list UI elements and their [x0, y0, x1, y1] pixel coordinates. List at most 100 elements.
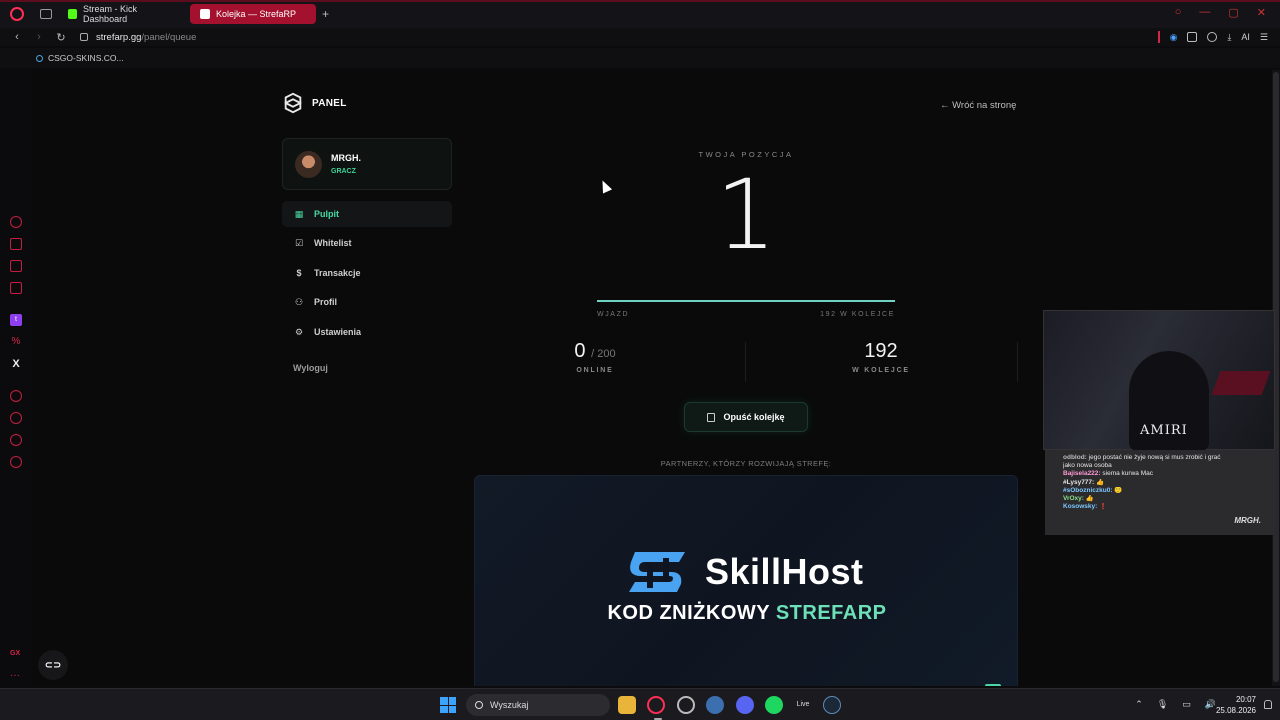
chat-line: VrOxy: 👍 [1063, 495, 1275, 503]
user-name: MRGH. [331, 153, 361, 163]
opera-logo-icon[interactable] [10, 7, 24, 21]
taskbar-clock[interactable]: 20:07 25.08.2026 [1216, 694, 1256, 716]
kick-favicon-icon [68, 9, 78, 19]
menu-item-label: Transakcje [314, 267, 361, 278]
grid-icon: ▦ [294, 209, 304, 219]
progress-start-label: WJAZD [597, 311, 630, 318]
panel-menu: ▦ Pulpit ☑ Whitelist $ Transakcje ⚇ Prof… [282, 201, 452, 348]
logout-link[interactable]: Wyloguj [293, 363, 328, 373]
steam-icon[interactable] [823, 696, 841, 714]
spotify-icon[interactable] [765, 696, 783, 714]
menu-item-profil[interactable]: ⚇ Profil [282, 289, 452, 315]
chat-text: jego postać nie żyje nową si mus zrobić … [1088, 454, 1221, 461]
menu-item-transakcje[interactable]: $ Transakcje [282, 260, 452, 286]
bookmark-csgo-skins[interactable]: CSGO-SKINS.CO... [36, 53, 124, 63]
chat-line: odblod: jego postać nie żyje nową si mus… [1063, 454, 1275, 462]
microphone-icon[interactable]: 🎙 [1157, 699, 1168, 710]
back-to-site-link[interactable]: ← Wróć na stronę [940, 100, 1016, 111]
skillhost-logo-icon [629, 552, 685, 592]
tab-strefarp-queue[interactable]: Kolejka — StrefaRP [190, 4, 316, 24]
chat-text: 🙂 [1114, 486, 1123, 494]
live-app-icon[interactable]: Live [794, 696, 812, 714]
vpn-icon[interactable] [706, 696, 724, 714]
menu-item-label: Profil [314, 297, 338, 308]
menu-item-label: Ustawienia [314, 326, 362, 337]
twitch-icon[interactable]: t [10, 314, 22, 326]
chat-user: VrOxy: [1063, 495, 1084, 503]
skillhost-brand: SkillHost [705, 551, 864, 592]
workspaces-icon[interactable] [40, 9, 52, 19]
settings-icon[interactable] [10, 456, 22, 468]
mail-icon[interactable] [10, 282, 22, 294]
back-button[interactable]: ‹ [12, 31, 22, 43]
reload-button[interactable]: ↻ [56, 31, 66, 44]
player-icon[interactable]: ◉ [1170, 32, 1178, 43]
lock-icon[interactable] [80, 33, 88, 41]
chat-overlay: odblod: jego postać nie żyje nową si mus… [1045, 450, 1275, 535]
window-controls: ○ — ▢ ✕ [1175, 6, 1266, 19]
percent-icon[interactable]: % [10, 336, 22, 348]
volume-icon[interactable]: 🔊 [1205, 699, 1216, 710]
messenger-icon[interactable] [10, 434, 22, 446]
minimize-button[interactable]: — [1199, 6, 1210, 19]
ai-button[interactable]: AI [1241, 32, 1250, 42]
online-max: / 200 [591, 348, 616, 360]
skillhost-banner[interactable]: SkillHost KOD ZNIŻKOWY STREFARP [474, 475, 1018, 686]
streamer-signature: MRGH. [1234, 516, 1261, 525]
panel-logo[interactable]: PANEL [282, 92, 347, 114]
floating-link-button[interactable]: ⊂⊃ [38, 650, 68, 680]
cam-shirt-brand: AMIRI [1140, 423, 1188, 438]
chat-text: jako nowa osoba [1063, 462, 1112, 470]
online-stat: 0 / 200 ONLINE [520, 340, 670, 374]
tab-label: Kolejka — StrefaRP [216, 9, 297, 19]
stat-divider [745, 342, 746, 382]
user-card: MRGH. GRACZ [282, 138, 452, 190]
window-accent-line [0, 0, 1280, 2]
x-twitter-icon[interactable]: X [10, 358, 22, 370]
tray-expand-icon[interactable]: ⌃ [1135, 699, 1143, 710]
discount-code-text: KOD ZNIŻKOWY STREFARP [475, 602, 1017, 625]
chat-text: 👍 [1085, 495, 1094, 503]
new-tab-button[interactable]: + [322, 7, 329, 21]
webcam-overlay: AMIRI [1043, 310, 1275, 451]
discord-icon[interactable] [736, 696, 754, 714]
menu-item-pulpit[interactable]: ▦ Pulpit [282, 201, 452, 227]
app-icon[interactable] [677, 696, 695, 714]
system-tray: ⌃ 🎙 ▭ 🔊 [1135, 699, 1216, 710]
player-sidebar-icon[interactable] [10, 390, 22, 402]
leave-queue-button[interactable]: Opuść kolejkę [684, 402, 808, 432]
queue-position-number: 1 [715, 159, 777, 271]
menu-item-whitelist[interactable]: ☑ Whitelist [282, 230, 452, 256]
gx-control-icon[interactable] [10, 216, 22, 228]
history-icon[interactable] [10, 412, 22, 424]
address-bar: ‹ › ↻ strefarp.gg/panel/queue ◉ ⤓ AI ☰ [0, 28, 1280, 46]
profile-icon[interactable] [1207, 32, 1218, 42]
menu-icon[interactable]: ☰ [1260, 32, 1268, 43]
taskbar-search[interactable]: Wyszukaj [466, 694, 610, 716]
notification-bell-icon[interactable] [1264, 700, 1272, 709]
gx-store-icon[interactable] [10, 238, 22, 250]
menu-item-ustawienia[interactable]: ⚙ Ustawienia [282, 319, 452, 345]
link-icon: ⊂⊃ [44, 659, 62, 671]
news-icon[interactable] [10, 260, 22, 272]
maximize-button[interactable]: ▢ [1228, 6, 1238, 19]
url-host: strefarp.gg [96, 31, 142, 43]
file-explorer-icon[interactable] [618, 696, 636, 714]
download-icon[interactable]: ⤓ [1227, 32, 1231, 43]
gx-label: GX [10, 650, 21, 657]
opera-gx-taskbar-icon[interactable] [647, 696, 665, 720]
extensions-icon[interactable] [1187, 32, 1198, 42]
more-icon[interactable]: ··· [10, 670, 20, 681]
chat-line: Kosowsky: ❗ [1063, 503, 1275, 511]
chat-user: #sObozniczku0: [1063, 486, 1113, 494]
search-tabs-icon[interactable]: ○ [1175, 6, 1182, 19]
chat-line: #sObozniczku0: 🙂 [1063, 487, 1275, 495]
url-field[interactable]: strefarp.gg/panel/queue [96, 32, 196, 43]
close-button[interactable]: ✕ [1257, 6, 1266, 19]
tab-kick-dashboard[interactable]: Stream - Kick Dashboard [58, 4, 184, 24]
clock-time: 20:07 [1235, 695, 1256, 704]
forward-button[interactable]: › [34, 31, 44, 43]
windows-start-icon[interactable] [440, 697, 456, 713]
network-icon[interactable]: ▭ [1182, 699, 1191, 710]
menu-item-label: Pulpit [314, 209, 339, 219]
